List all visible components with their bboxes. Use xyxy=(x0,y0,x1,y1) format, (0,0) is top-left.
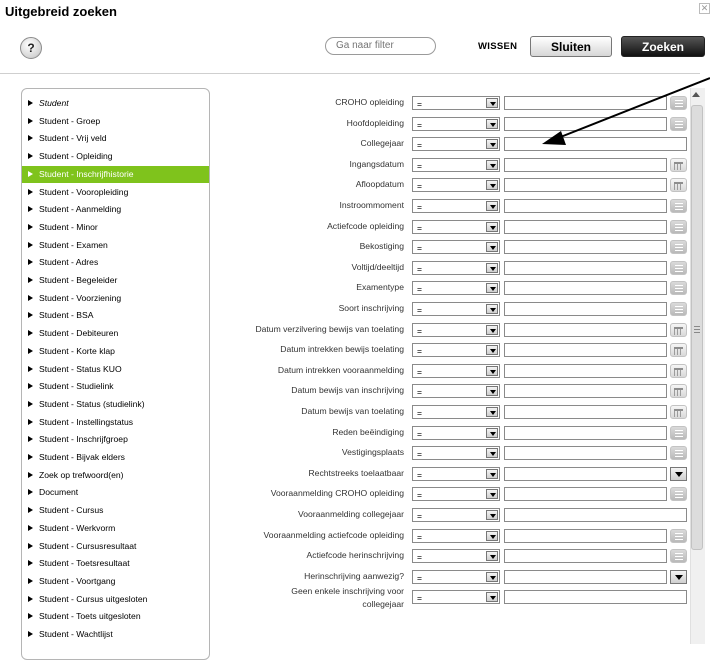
annotation-arrow xyxy=(542,77,710,145)
scrollbar-grip-icon xyxy=(694,326,700,333)
scroll-up-icon[interactable] xyxy=(692,92,700,97)
